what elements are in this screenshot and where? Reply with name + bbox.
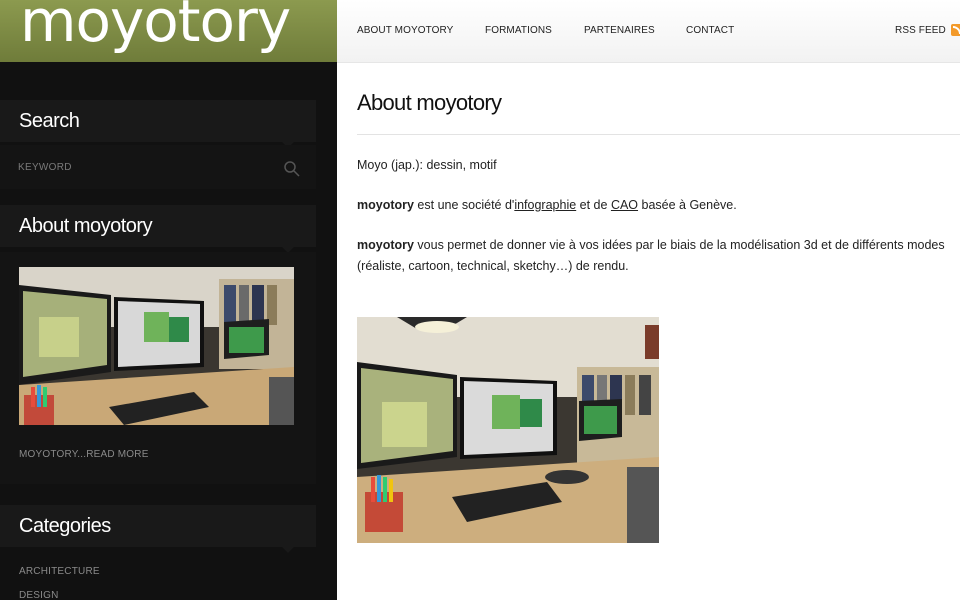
intro-line: Moyo (jap.): dessin, motif [357,158,497,172]
about-thumbnail-image[interactable] [19,267,294,425]
nav-partenaires[interactable]: PARTENAIRES [584,25,655,36]
nav-about[interactable]: ABOUT MOYOTORY [357,25,453,36]
office-photo [357,317,659,543]
brand-bold: moyotory [357,238,414,252]
title-divider [357,134,960,135]
nav-rss-feed[interactable]: RSS FEED [895,25,946,36]
search-row [0,145,316,189]
paragraph-text: et de [576,198,611,212]
site-logo[interactable]: moyotory [20,0,291,50]
paragraph-text: basée à Genève. [638,198,737,212]
category-link-design[interactable]: DESIGN [19,590,59,600]
brand-bold: moyotory [357,198,414,212]
logo-bar: moyotory [0,0,337,62]
link-cao[interactable]: CAO [611,198,638,212]
paragraph-company: moyotory est une société d'infographie e… [357,195,947,216]
search-input[interactable] [16,155,270,179]
categories-widget-title: Categories [0,505,316,553]
page-title: About moyotory [357,90,502,115]
read-more-link[interactable]: MOYOTORY...READ MORE [19,449,149,460]
category-link-architecture[interactable]: ARCHITECTURE [19,566,100,577]
page: moyotory Search About moyotory [0,0,960,600]
paragraph-services: moyotory vous permet de donner vie à vos… [357,235,947,277]
search-widget-title: Search [0,100,316,148]
about-widget-title: About moyotory [0,205,316,253]
paragraph-text: est une société d' [413,198,515,212]
nav-contact[interactable]: CONTACT [686,25,734,36]
link-infographie[interactable]: infographie [514,198,576,212]
rss-icon[interactable] [951,24,960,36]
paragraph-text: vous permet de donner vie à vos idées pa… [357,238,945,273]
nav-formations[interactable]: FORMATIONS [485,25,552,36]
search-icon[interactable] [283,160,301,178]
